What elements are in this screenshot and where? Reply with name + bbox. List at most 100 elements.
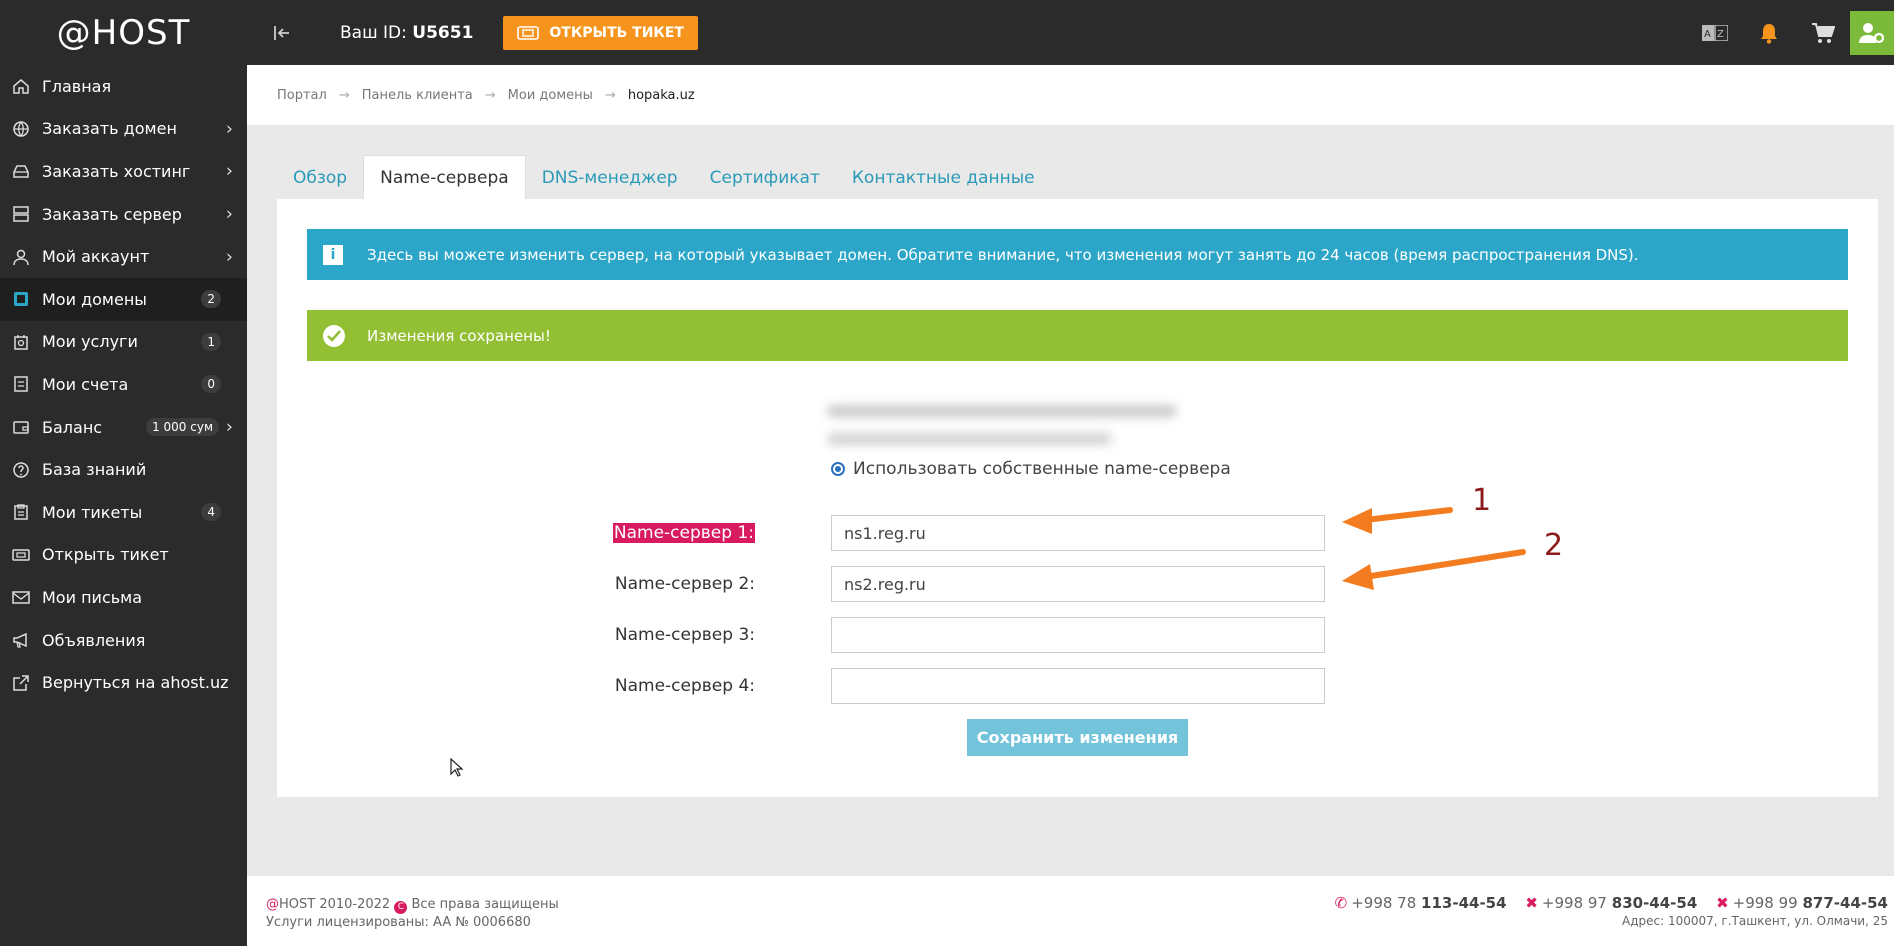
- sidebar-item-label: Мой аккаунт: [42, 247, 150, 267]
- svg-text:Z: Z: [1717, 29, 1724, 40]
- nameserver-1-input[interactable]: [831, 515, 1325, 551]
- sidebar-item-7[interactable]: Мои счета 0: [0, 363, 247, 406]
- sidebar-item-10[interactable]: Мои тикеты 4: [0, 491, 247, 534]
- sidebar-item-1[interactable]: Заказать домен ›: [0, 108, 247, 151]
- sidebar-item-8[interactable]: Баланс 1 000 сум ›: [0, 406, 247, 449]
- sidebar-item-label: Мои тикеты: [42, 502, 143, 522]
- phone-2-number[interactable]: 830-44-54: [1612, 894, 1698, 912]
- user-settings-icon[interactable]: [1850, 10, 1894, 55]
- phone-1-number[interactable]: 113-44-54: [1421, 894, 1507, 912]
- info-alert: i Здесь вы можете изменить сервер, на ко…: [307, 229, 1848, 280]
- success-alert: Изменения сохранены!: [307, 310, 1848, 361]
- sidebar-item-label: Заказать хостинг: [42, 161, 191, 181]
- sidebar-item-2[interactable]: Заказать хостинг ›: [0, 150, 247, 193]
- domain-icon: [12, 290, 30, 308]
- ticket-icon: [12, 546, 30, 564]
- user-id-value: U5651: [412, 22, 474, 43]
- invoice-icon: [12, 375, 30, 393]
- translate-icon[interactable]: AZ: [1688, 0, 1742, 65]
- sidebar-item-12[interactable]: Мои письма: [0, 576, 247, 619]
- nameserver-2-input[interactable]: [831, 566, 1325, 602]
- cart-icon[interactable]: [1796, 0, 1850, 65]
- nameserver-row: Name-сервер 1:: [277, 515, 1325, 551]
- sidebar-item-label: Заказать сервер: [42, 204, 182, 224]
- info-icon: i: [323, 244, 343, 265]
- sidebar-item-13[interactable]: Объявления: [0, 619, 247, 662]
- nameserver-row: Name-сервер 4:: [277, 668, 1325, 704]
- collapse-sidebar-icon[interactable]: [272, 20, 298, 46]
- server-icon: [12, 205, 30, 223]
- wallet-icon: [12, 418, 30, 436]
- sidebar-item-6[interactable]: Мои услуги 1: [0, 321, 247, 364]
- sidebar-badge: 1: [201, 332, 221, 351]
- custom-nameservers-option[interactable]: Использовать собственные name-сервера: [831, 459, 1231, 479]
- bell-icon[interactable]: [1742, 0, 1796, 65]
- tab-certificate[interactable]: Сертификат: [694, 155, 836, 200]
- footer-at: @: [266, 897, 279, 912]
- breadcrumb-current: hopaka.uz: [627, 87, 695, 103]
- breadcrumb-client-panel[interactable]: Панель клиента: [362, 88, 473, 103]
- tab-overview[interactable]: Обзор: [277, 155, 363, 200]
- megaphone-icon: [12, 631, 30, 649]
- footer-copyright-text: HOST 2010-2022: [279, 897, 391, 912]
- sidebar-item-label: Мои письма: [42, 587, 143, 607]
- breadcrumb-portal[interactable]: Портал: [277, 88, 327, 103]
- tab-dns-manager[interactable]: DNS-менеджер: [526, 155, 694, 200]
- nameserver-1-label: Name-сервер 1:: [612, 523, 755, 543]
- custom-nameservers-label: Использовать собственные name-сервера: [853, 459, 1231, 479]
- phone-3-number[interactable]: 877-44-54: [1802, 894, 1888, 912]
- blurred-option: [827, 405, 1177, 417]
- radio-selected[interactable]: [831, 462, 845, 476]
- sidebar-item-3[interactable]: Заказать сервер ›: [0, 193, 247, 236]
- nameserver-2-label: Name-сервер 2:: [614, 574, 755, 594]
- hdd-icon: [12, 162, 30, 180]
- sidebar-item-0[interactable]: Главная: [0, 65, 247, 108]
- sidebar-item-label: Вернуться на ahost.uz: [42, 673, 229, 693]
- sidebar-item-label: Мои домены: [42, 289, 147, 309]
- nameserver-3-input[interactable]: [831, 617, 1325, 653]
- success-alert-text: Изменения сохранены!: [367, 326, 551, 345]
- chevron-right-icon: ›: [225, 203, 233, 225]
- sidebar-item-4[interactable]: Мой аккаунт ›: [0, 235, 247, 278]
- home-icon: [12, 77, 30, 95]
- sidebar-item-label: Главная: [42, 76, 112, 96]
- sidebar-item-11[interactable]: Открыть тикет: [0, 534, 247, 577]
- tab-contacts[interactable]: Контактные данные: [836, 155, 1051, 200]
- footer-copyright: @HOST 2010-2022 C Все права защищены Усл…: [266, 896, 559, 932]
- sidebar-item-14[interactable]: Вернуться на ahost.uz: [0, 661, 247, 704]
- sidebar-badge: 4: [201, 503, 221, 522]
- footer-contacts: ✆ +998 78 113-44-54 ✖ +998 97 830-44-54 ✖ +…: [1321, 894, 1888, 928]
- chevron-right-icon: ›: [225, 118, 233, 140]
- footer-address: Адрес: 100007, г.Ташкент, ул. Олмачи, 25: [1622, 914, 1888, 928]
- nameserver-row: Name-сервер 3:: [277, 617, 1325, 653]
- tab-nameservers[interactable]: Name-сервера: [363, 155, 526, 200]
- sidebar-item-label: База знаний: [42, 460, 147, 480]
- phone-1-prefix: +998 78: [1351, 894, 1417, 912]
- logo[interactable]: @HOST: [0, 0, 247, 65]
- open-ticket-button[interactable]: ОТКРЫТЬ ТИКЕТ: [503, 15, 698, 50]
- info-alert-text: Здесь вы можете изменить сервер, на кото…: [367, 245, 1639, 264]
- footer-rights: Все права защищены: [411, 897, 559, 912]
- open-ticket-label: ОТКРЫТЬ ТИКЕТ: [549, 24, 684, 41]
- nameserver-4-input[interactable]: [831, 668, 1325, 704]
- nameserver-4-label: Name-сервер 4:: [614, 676, 755, 696]
- mouse-cursor-icon: [450, 757, 464, 782]
- breadcrumb-my-domains[interactable]: Мои домены: [508, 88, 593, 103]
- mail-icon: [12, 588, 30, 606]
- sidebar-item-5[interactable]: Мои домены 2: [0, 277, 247, 321]
- save-changes-button[interactable]: Сохранить изменения: [967, 719, 1188, 756]
- sidebar-item-9[interactable]: База знаний: [0, 448, 247, 491]
- topbar-icons: AZ: [1688, 0, 1894, 65]
- globe-icon: [12, 120, 30, 138]
- check-circle-icon: [323, 324, 345, 347]
- footer-license: Услуги лицензированы: AA № 0006680: [266, 915, 531, 930]
- sidebar-badge: 1 000 сум: [146, 418, 219, 437]
- question-icon: [12, 461, 30, 479]
- blurred-option: [827, 433, 1112, 445]
- footer: @HOST 2010-2022 C Все права защищены Усл…: [247, 876, 1894, 946]
- nameservers-panel: i Здесь вы можете изменить сервер, на ко…: [277, 199, 1878, 797]
- copyright-icon: C: [394, 901, 408, 914]
- svg-text:A: A: [1704, 29, 1711, 40]
- chevron-right-icon: ›: [225, 246, 233, 268]
- sidebar-item-label: Объявления: [42, 630, 146, 650]
